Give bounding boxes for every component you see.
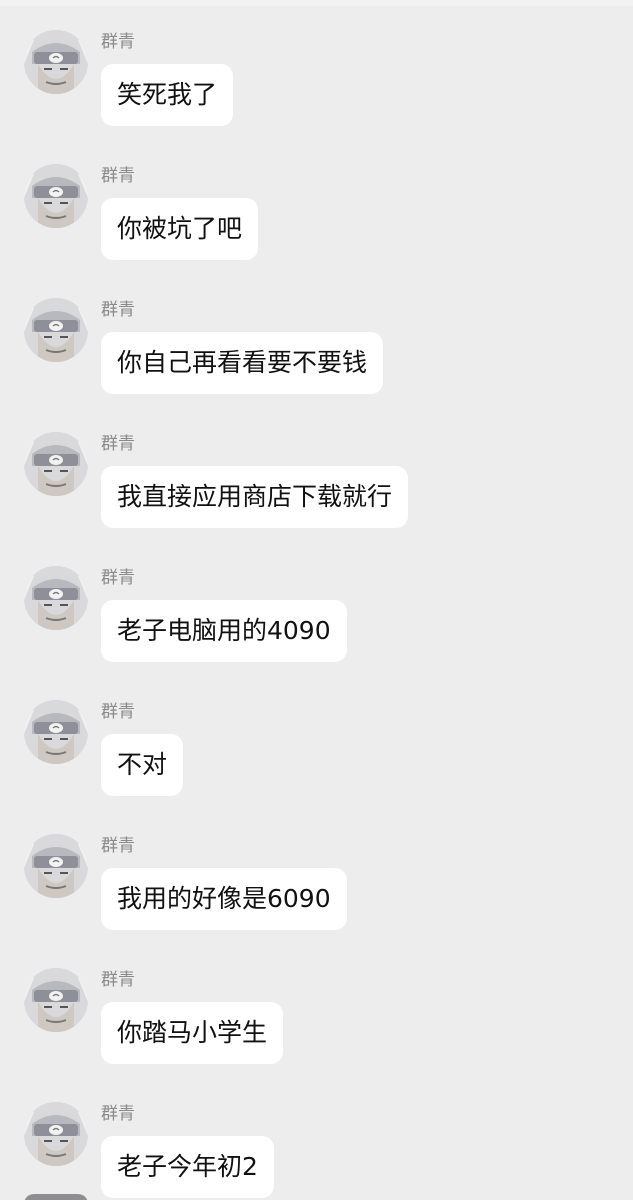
message-row: 群青 笑死我了 [0, 30, 633, 164]
message-row: 群青 你踏马小学生 [0, 968, 633, 1102]
avatar-icon[interactable] [24, 432, 88, 496]
avatar-icon[interactable] [24, 834, 88, 898]
message-bubble[interactable]: 笑死我了 [101, 64, 234, 126]
partial-avatar-icon [24, 1194, 88, 1200]
message-bubble[interactable]: 你踏马小学生 [101, 1002, 284, 1064]
avatar-icon[interactable] [24, 164, 88, 228]
ninja-headband-avatar-icon [24, 164, 88, 228]
sender-name: 群青 [101, 32, 135, 52]
message-bubble[interactable]: 我直接应用商店下载就行 [101, 466, 409, 528]
top-divider [0, 0, 633, 6]
sender-name: 群青 [101, 300, 135, 320]
avatar-icon[interactable] [24, 968, 88, 1032]
sender-name: 群青 [101, 166, 135, 186]
avatar-icon[interactable] [24, 1102, 88, 1166]
ninja-headband-avatar-icon [24, 30, 88, 94]
sender-name: 群青 [101, 702, 135, 722]
message-row: 群青 我直接应用商店下载就行 [0, 432, 633, 566]
message-row: 群青 你自己再看看要不要钱 [0, 298, 633, 432]
ninja-headband-avatar-icon [24, 700, 88, 764]
message-row: 群青 老子今年初2 [0, 1102, 633, 1200]
message-row: 群青 你被坑了吧 [0, 164, 633, 298]
message-row: 群青 老子电脑用的4090 [0, 566, 633, 700]
avatar-icon[interactable] [24, 30, 88, 94]
message-row: 群青 不对 [0, 700, 633, 834]
ninja-headband-avatar-icon [24, 968, 88, 1032]
message-row: 群青 我用的好像是6090 [0, 834, 633, 968]
message-bubble[interactable]: 不对 [101, 734, 184, 796]
avatar-icon[interactable] [24, 298, 88, 362]
message-bubble[interactable]: 我用的好像是6090 [101, 868, 347, 930]
avatar-icon[interactable] [24, 566, 88, 630]
ninja-headband-avatar-icon [24, 432, 88, 496]
ninja-headband-avatar-icon [24, 1102, 88, 1166]
chat-window[interactable]: 群青 笑死我了 群青 你被坑了吧 群青 你自己再看看要不要钱 群青 我直接应用商… [0, 0, 633, 1200]
message-bubble[interactable]: 你自己再看看要不要钱 [101, 332, 384, 394]
message-bubble[interactable]: 老子电脑用的4090 [101, 600, 347, 662]
sender-name: 群青 [101, 434, 135, 454]
ninja-headband-avatar-icon [24, 566, 88, 630]
sender-name: 群青 [101, 568, 135, 588]
message-bubble[interactable]: 你被坑了吧 [101, 198, 259, 260]
ninja-headband-avatar-icon [24, 834, 88, 898]
sender-name: 群青 [101, 970, 135, 990]
ninja-headband-avatar-icon [24, 298, 88, 362]
sender-name: 群青 [101, 836, 135, 856]
sender-name: 群青 [101, 1104, 135, 1124]
avatar-icon[interactable] [24, 700, 88, 764]
message-bubble[interactable]: 老子今年初2 [101, 1136, 274, 1198]
